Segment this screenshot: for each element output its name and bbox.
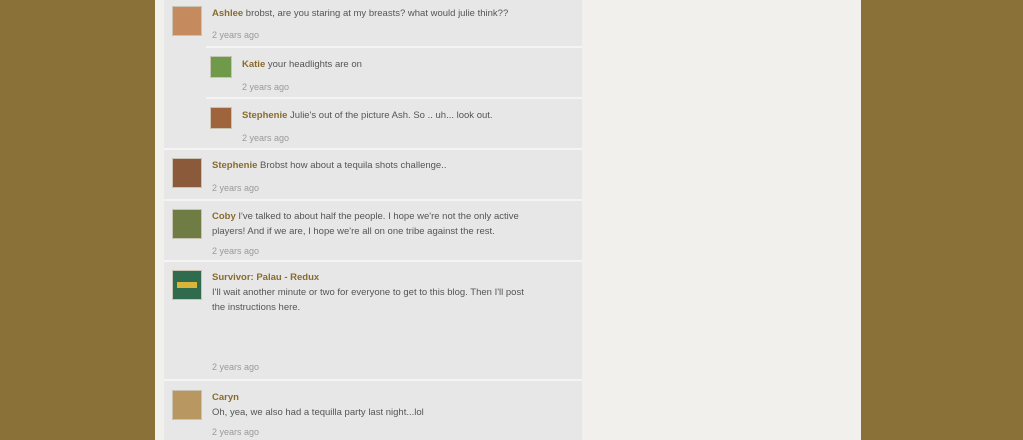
- comment-timestamp: 2 years ago: [212, 183, 260, 193]
- page-background: Ashlee brobst, are you staring at my bre…: [155, 0, 861, 440]
- comment-item: Ashlee brobst, are you staring at my bre…: [164, 0, 582, 48]
- comment-timestamp: 2 years ago: [212, 427, 260, 437]
- avatar-coby[interactable]: [172, 209, 202, 239]
- comment-body: I'll wait another minute or two for ever…: [212, 287, 524, 298]
- comment-text: Ashlee brobst, are you staring at my bre…: [212, 6, 572, 21]
- comment-body: I've talked to about half the people. I …: [238, 211, 519, 222]
- avatar-katie[interactable]: [210, 56, 232, 78]
- comment-item: Caryn Oh, yea, we also had a tequilla pa…: [164, 379, 582, 440]
- comment-body: Brobst how about a tequila shots challen…: [260, 160, 447, 171]
- comment-item: Stephenie Brobst how about a tequila sho…: [164, 148, 582, 200]
- comment-author[interactable]: Coby: [212, 211, 236, 222]
- comment-timestamp: 2 years ago: [242, 133, 290, 143]
- comment-item: Coby I've talked to about half the peopl…: [164, 199, 582, 261]
- comment-item: Survivor: Palau - Redux I'll wait anothe…: [164, 260, 582, 380]
- comment-author[interactable]: Caryn: [212, 392, 239, 403]
- logo-icon: [177, 282, 197, 288]
- comment-text: Stephenie Brobst how about a tequila sho…: [212, 158, 572, 173]
- comment-feed: Ashlee brobst, are you staring at my bre…: [164, 0, 582, 440]
- comment-body: Julie's out of the picture Ash. So .. uh…: [290, 110, 493, 121]
- comment-author[interactable]: Stephenie: [212, 160, 257, 171]
- reply-item: Stephenie Julie's out of the picture Ash…: [206, 97, 582, 149]
- comment-text: Coby I've talked to about half the peopl…: [212, 209, 572, 239]
- comment-timestamp: 2 years ago: [212, 362, 260, 372]
- avatar-stephenie[interactable]: [172, 158, 202, 188]
- comment-author[interactable]: Katie: [242, 59, 265, 70]
- comment-text: Katie your headlights are on: [242, 57, 572, 72]
- comment-body: Oh, yea, we also had a tequilla party la…: [212, 407, 424, 418]
- comment-text: Caryn Oh, yea, we also had a tequilla pa…: [212, 390, 572, 420]
- comment-author[interactable]: Survivor: Palau - Redux: [212, 272, 319, 283]
- comment-body: your headlights are on: [267, 59, 362, 70]
- avatar-survivor-logo[interactable]: [172, 270, 202, 300]
- reply-item: Katie your headlights are on 2 years ago: [206, 46, 582, 98]
- avatar-caryn[interactable]: [172, 390, 202, 420]
- comment-author[interactable]: Ashlee: [212, 8, 243, 19]
- comment-body-line2: the instructions here.: [212, 302, 301, 313]
- comment-text: Survivor: Palau - Redux I'll wait anothe…: [212, 270, 572, 315]
- comment-body: brobst, are you staring at my breasts? w…: [245, 8, 509, 19]
- comment-timestamp: 2 years ago: [242, 82, 290, 92]
- comment-timestamp: 2 years ago: [212, 246, 260, 256]
- comment-timestamp: 2 years ago: [212, 30, 260, 40]
- comment-author[interactable]: Stephenie: [242, 110, 287, 121]
- avatar-ashlee[interactable]: [172, 6, 202, 36]
- avatar-stephenie[interactable]: [210, 107, 232, 129]
- comment-body-line2: players! And if we are, I hope we're all…: [212, 226, 495, 237]
- comment-text: Stephenie Julie's out of the picture Ash…: [242, 108, 572, 123]
